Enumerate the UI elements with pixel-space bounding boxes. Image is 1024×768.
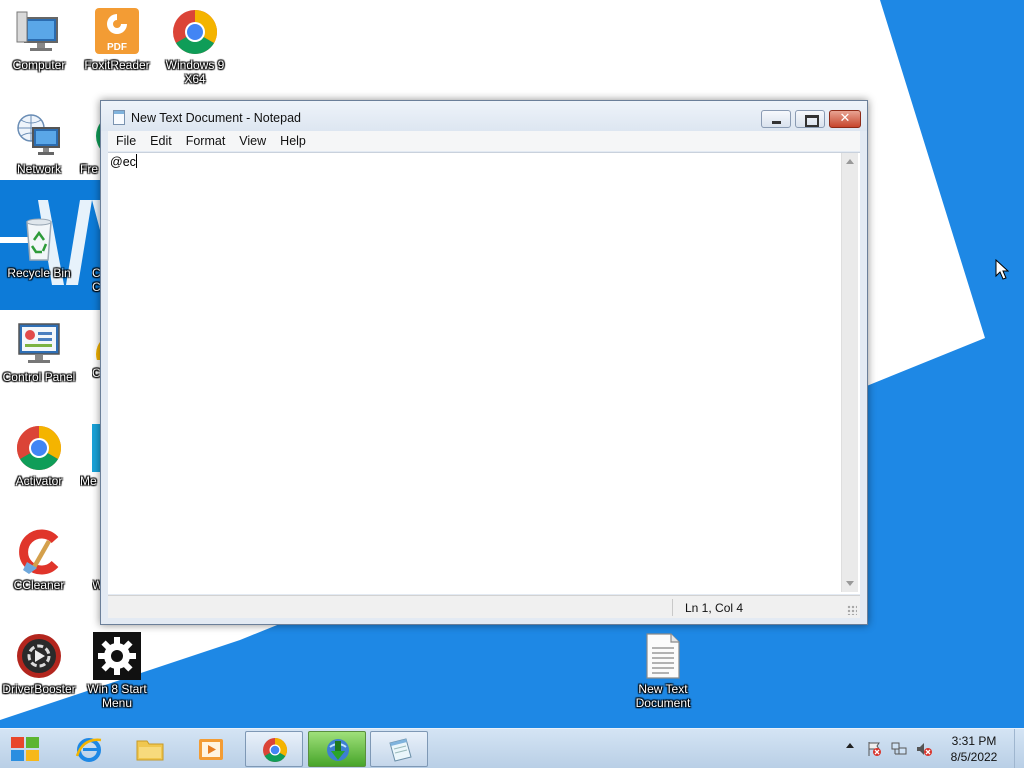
desktop-icon-driverbooster[interactable]: DriverBooster xyxy=(0,632,78,696)
desktop-icon-label: Control Panel xyxy=(2,370,76,384)
window-title: New Text Document - Notepad xyxy=(131,111,301,125)
taskbar-chrome[interactable] xyxy=(245,731,303,767)
text-editor-area[interactable]: @ec xyxy=(108,152,860,594)
desktop-icon-activator[interactable]: Activator xyxy=(0,424,78,488)
clock-date: 8/5/2022 xyxy=(950,750,998,764)
network-tray-icon[interactable] xyxy=(891,741,907,757)
vertical-scrollbar[interactable] xyxy=(841,153,858,592)
taskbar-file-explorer[interactable] xyxy=(121,731,179,767)
notepad-window[interactable]: New Text Document - Notepad ✕ File Edit Fo… xyxy=(100,100,868,625)
title-bar[interactable]: New Text Document - Notepad ✕ xyxy=(101,101,867,131)
desktop-icon-foxitreader[interactable]: PDF FoxitReader xyxy=(78,8,156,72)
desktop-icon-label: DriverBooster xyxy=(2,682,76,696)
taskbar: 3:31 PM 8/5/2022 xyxy=(0,728,1024,768)
mouse-pointer-icon xyxy=(995,259,1009,280)
desktop-icon-label: Activator xyxy=(15,474,63,488)
driverbooster-icon xyxy=(15,632,63,680)
ccleaner-icon xyxy=(15,528,63,576)
scroll-up-arrow[interactable] xyxy=(846,159,854,164)
chrome-icon xyxy=(261,737,289,763)
chrome-icon xyxy=(15,424,63,472)
status-bar: Ln 1, Col 4 xyxy=(108,595,860,618)
control-panel-icon xyxy=(15,320,63,368)
chrome-icon xyxy=(92,330,100,360)
chrome-icon xyxy=(171,8,219,56)
desktop-icon-label: CCleaner xyxy=(13,578,65,592)
desktop-icon-label: Windows 9 X64 xyxy=(165,58,225,86)
desktop-icon-win-8-start-menu[interactable]: Win 8 Start Menu xyxy=(78,632,156,710)
volume-muted-icon[interactable] xyxy=(916,741,932,757)
notepad-icon xyxy=(386,737,414,763)
computer-icon xyxy=(15,8,63,56)
start-button[interactable] xyxy=(8,735,42,763)
windows-logo-icon xyxy=(11,737,39,761)
clock-time: 3:31 PM xyxy=(951,734,997,748)
foxit-pdf-icon: PDF xyxy=(93,8,141,56)
desktop-icon-ccleaner[interactable]: CCleaner xyxy=(0,528,78,592)
minimize-button[interactable] xyxy=(761,110,791,128)
gear-icon xyxy=(93,632,141,680)
desktop-icon-label: Recycle Bin xyxy=(7,266,71,280)
maximize-button[interactable] xyxy=(795,110,825,128)
action-center-flag-icon[interactable] xyxy=(866,741,882,757)
taskbar-internet-download-manager[interactable] xyxy=(308,731,366,767)
menu-format[interactable]: Format xyxy=(178,131,232,151)
desktop-icon-network[interactable]: Network xyxy=(0,112,78,176)
desktop-icon-control-panel[interactable]: Control Panel xyxy=(0,320,78,384)
desktop-icon-windows-9-x64[interactable]: Windows 9 X64 xyxy=(156,8,234,86)
taskbar-media-player[interactable] xyxy=(182,731,240,767)
show-hidden-icons-button[interactable] xyxy=(846,743,854,748)
media-player-icon xyxy=(197,736,225,762)
taskbar-notepad[interactable] xyxy=(370,731,428,767)
menu-file[interactable]: File xyxy=(108,131,142,151)
ie-icon xyxy=(75,736,103,762)
cursor-position: Ln 1, Col 4 xyxy=(685,601,744,615)
menu-view[interactable]: View xyxy=(231,131,272,151)
desktop-icon-label: Network xyxy=(16,162,61,176)
desktop-icon-label: Computer xyxy=(12,58,66,72)
idm-icon xyxy=(324,737,352,763)
notepad-app-icon[interactable] xyxy=(113,110,125,125)
taskbar-internet-explorer[interactable] xyxy=(60,731,118,767)
editor-text: @ec xyxy=(110,155,136,169)
desktop-icon-new-text-document[interactable]: New Text Document xyxy=(624,632,702,710)
desktop-icon-label: Win 8 Start Menu xyxy=(87,682,147,710)
pdf-badge: PDF xyxy=(107,42,127,53)
desktop-icon-label: New Text Document xyxy=(635,682,691,710)
folder-icon xyxy=(136,736,164,762)
menu-bar: File Edit Format View Help xyxy=(108,131,860,151)
network-icon xyxy=(15,112,63,160)
editor-content[interactable]: @ec xyxy=(110,154,137,169)
recycle-bin-icon xyxy=(15,216,63,264)
close-button[interactable]: ✕ xyxy=(829,110,861,128)
system-clock[interactable]: 3:31 PM 8/5/2022 xyxy=(938,733,1010,765)
menu-help[interactable]: Help xyxy=(272,131,312,151)
resize-grip[interactable] xyxy=(847,605,857,615)
menu-edit[interactable]: Edit xyxy=(142,131,178,151)
desktop-icon-computer[interactable]: Computer xyxy=(0,8,78,72)
text-document-icon xyxy=(639,632,687,680)
status-divider xyxy=(672,599,673,616)
show-desktop-button[interactable] xyxy=(1014,729,1024,768)
desktop-icon-recycle-bin[interactable]: Recycle Bin xyxy=(0,216,78,280)
desktop-icon-label: FoxitReader xyxy=(84,58,150,72)
close-icon: ✕ xyxy=(839,110,851,125)
scroll-down-arrow[interactable] xyxy=(846,581,854,586)
text-caret xyxy=(135,154,137,168)
